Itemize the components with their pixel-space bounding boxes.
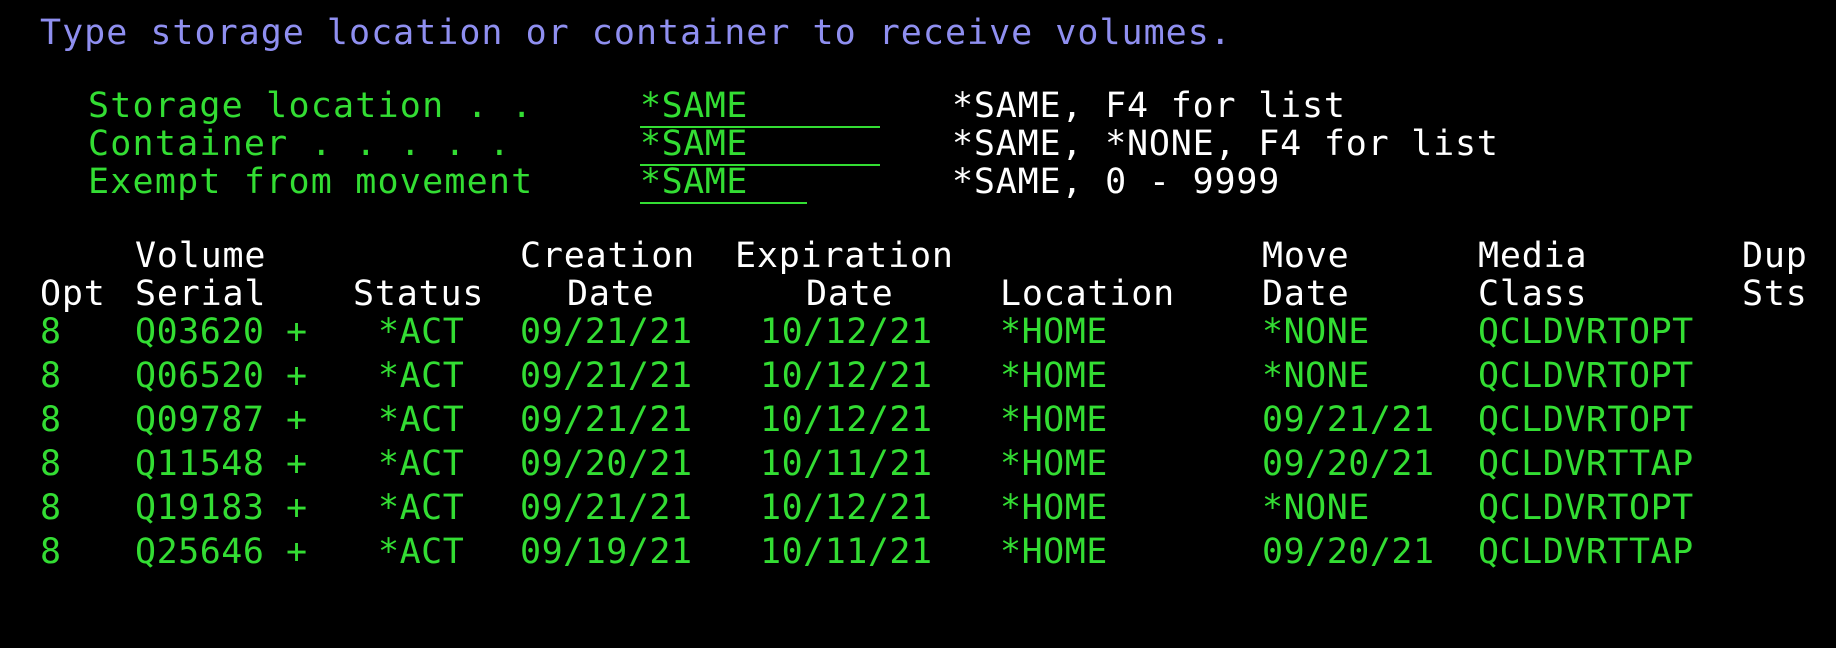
row-expiration-date: 10/11/21 [760, 444, 933, 484]
container-input[interactable]: *SAME [640, 124, 880, 166]
row-move-date: *NONE [1262, 312, 1370, 352]
row-expiration-date: 10/12/21 [760, 312, 933, 352]
row-creation-date: 09/20/21 [520, 444, 693, 484]
row-creation-date: 09/21/21 [520, 312, 693, 352]
row-location: *HOME [1000, 400, 1108, 440]
row-status: *ACT [378, 312, 465, 352]
row-location: *HOME [1000, 356, 1108, 396]
row-expiration-date: 10/11/21 [760, 532, 933, 572]
exempt-hint: *SAME, 0 - 9999 [952, 162, 1281, 202]
row-move-date: *NONE [1262, 488, 1370, 528]
row-media-class: QCLDVRTOPT [1478, 356, 1694, 396]
row-opt-input[interactable]: 8 [40, 310, 62, 354]
row-creation-date: 09/21/21 [520, 400, 693, 440]
row-location: *HOME [1000, 532, 1108, 572]
row-location: *HOME [1000, 312, 1108, 352]
row-status: *ACT [378, 532, 465, 572]
row-opt-input[interactable]: 8 [40, 354, 62, 398]
row-location: *HOME [1000, 488, 1108, 528]
row-move-date: 09/21/21 [1262, 400, 1435, 440]
row-media-class: QCLDVRTTAP [1478, 532, 1694, 572]
row-expiration-date: 10/12/21 [760, 400, 933, 440]
row-opt-input[interactable]: 8 [40, 442, 62, 486]
row-serial: Q03620 + [135, 312, 308, 352]
row-move-date: *NONE [1262, 356, 1370, 396]
header-dup-sts: Sts [1742, 274, 1808, 314]
row-status: *ACT [378, 488, 465, 528]
row-opt-input[interactable]: 8 [40, 398, 62, 442]
row-media-class: QCLDVRTOPT [1478, 312, 1694, 352]
row-location: *HOME [1000, 444, 1108, 484]
exempt-input[interactable]: *SAME [640, 162, 807, 204]
row-serial: Q06520 + [135, 356, 308, 396]
row-serial: Q11548 + [135, 444, 308, 484]
row-serial: Q09787 + [135, 400, 308, 440]
row-move-date: 09/20/21 [1262, 532, 1435, 572]
row-move-date: 09/20/21 [1262, 444, 1435, 484]
row-creation-date: 09/21/21 [520, 356, 693, 396]
row-opt-input[interactable]: 8 [40, 486, 62, 530]
row-opt-input[interactable]: 8 [40, 530, 62, 574]
row-media-class: QCLDVRTOPT [1478, 400, 1694, 440]
row-creation-date: 09/19/21 [520, 532, 693, 572]
storage-location-input[interactable]: *SAME [640, 86, 880, 128]
exempt-label: Exempt from movement [88, 162, 534, 202]
row-media-class: QCLDVRTTAP [1478, 444, 1694, 484]
row-media-class: QCLDVRTOPT [1478, 488, 1694, 528]
row-status: *ACT [378, 356, 465, 396]
instruction-text: Type storage location or container to re… [40, 13, 1232, 53]
row-serial: Q25646 + [135, 532, 308, 572]
row-serial: Q19183 + [135, 488, 308, 528]
row-creation-date: 09/21/21 [520, 488, 693, 528]
row-status: *ACT [378, 444, 465, 484]
terminal-screen: Type storage location or container to re… [0, 0, 1836, 648]
row-expiration-date: 10/12/21 [760, 488, 933, 528]
row-expiration-date: 10/12/21 [760, 356, 933, 396]
row-status: *ACT [378, 400, 465, 440]
